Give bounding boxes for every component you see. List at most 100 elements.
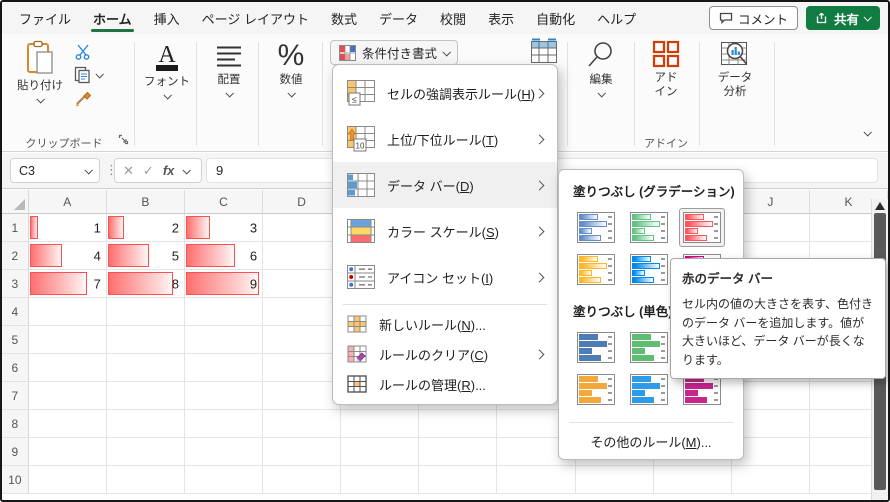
tab-review[interactable]: 校閲 (429, 2, 477, 34)
cell-C7[interactable] (184, 382, 264, 410)
row-header-7[interactable]: 7 (2, 382, 29, 410)
blue-gradient-data-bar[interactable] (573, 208, 619, 247)
orange-gradient-data-bar[interactable] (573, 250, 619, 289)
format-as-table-button[interactable] (530, 38, 558, 64)
collapse-ribbon-icon[interactable] (863, 128, 872, 137)
cell-E8[interactable] (341, 410, 420, 438)
tab-insert[interactable]: 挿入 (143, 2, 191, 34)
menu-item-highlight-cells-rules[interactable]: ≤ セルの強調表示ルール(H) (333, 70, 557, 116)
row-header-8[interactable]: 8 (2, 410, 29, 438)
blue-solid-data-bar[interactable] (573, 328, 619, 367)
column-header-A[interactable]: A (28, 190, 107, 214)
cell-E9[interactable] (341, 438, 420, 466)
name-box[interactable]: C3 (10, 158, 100, 183)
cell-A9[interactable] (28, 438, 107, 466)
tab-page-layout[interactable]: ページ レイアウト (191, 2, 320, 34)
cut-button[interactable] (74, 44, 92, 60)
tab-help[interactable]: ヘルプ (586, 2, 647, 34)
cell-A5[interactable] (28, 326, 107, 354)
lightblue-gradient-data-bar[interactable] (626, 250, 672, 289)
more-rules-item[interactable]: その他のルール(M)... (559, 423, 743, 455)
menu-item-data-bars[interactable]: データ バー(D) (333, 162, 557, 208)
font-group-button[interactable]: A フォント (140, 42, 194, 100)
cell-D3[interactable] (263, 270, 342, 298)
tab-data[interactable]: データ (368, 2, 429, 34)
format-painter-button[interactable] (74, 90, 92, 108)
cell-A2[interactable]: 4 (28, 242, 107, 270)
menu-item-new-rule[interactable]: 新しいルール(N)... (333, 309, 557, 339)
cell-B8[interactable] (106, 410, 185, 438)
cell-G10[interactable] (497, 466, 576, 494)
addins-button[interactable]: アドイン (640, 40, 692, 100)
cell-F8[interactable] (419, 410, 498, 438)
row-header-4[interactable]: 4 (2, 298, 29, 326)
cell-D5[interactable] (263, 326, 342, 354)
cell-B1[interactable]: 2 (106, 214, 185, 242)
tab-automate[interactable]: 自動化 (525, 2, 586, 34)
cell-D6[interactable] (263, 354, 342, 382)
row-header-3[interactable]: 3 (2, 270, 29, 298)
cell-C3[interactable]: 9 (184, 270, 264, 298)
cell-I10[interactable] (653, 466, 732, 494)
select-all-corner[interactable] (2, 190, 29, 214)
row-header-5[interactable]: 5 (2, 326, 29, 354)
editing-group-button[interactable]: 編集 (574, 40, 628, 98)
conditional-formatting-button[interactable]: 条件付き書式 (330, 40, 459, 65)
menu-item-manage-rules[interactable]: ルールの管理(R)... (333, 369, 557, 399)
cell-H10[interactable] (575, 466, 654, 494)
green-solid-data-bar[interactable] (626, 328, 672, 367)
cell-A7[interactable] (28, 382, 107, 410)
tab-home[interactable]: ホーム (82, 2, 143, 34)
cancel-icon[interactable]: ✕ (123, 163, 134, 179)
cell-A3[interactable]: 7 (28, 270, 107, 298)
cell-D8[interactable] (263, 410, 342, 438)
enter-icon[interactable]: ✓ (143, 163, 154, 179)
cell-D2[interactable] (263, 242, 342, 270)
column-header-B[interactable]: B (106, 190, 185, 214)
row-header-1[interactable]: 1 (2, 214, 29, 242)
tab-view[interactable]: 表示 (477, 2, 525, 34)
cell-C6[interactable] (184, 354, 264, 382)
cell-B7[interactable] (106, 382, 185, 410)
cell-B6[interactable] (106, 354, 185, 382)
column-header-D[interactable]: D (263, 190, 342, 214)
cell-D7[interactable] (263, 382, 342, 410)
row-header-10[interactable]: 10 (2, 466, 29, 494)
cell-C9[interactable] (184, 438, 264, 466)
cell-D1[interactable] (263, 214, 342, 242)
cell-J10[interactable] (731, 466, 810, 494)
paste-button[interactable]: 貼り付け (12, 40, 68, 104)
menu-item-color-scales[interactable]: カラー スケール(S) (333, 208, 557, 254)
cell-D10[interactable] (263, 466, 342, 494)
cell-A4[interactable] (28, 298, 107, 326)
cell-B4[interactable] (106, 298, 185, 326)
cell-C5[interactable] (184, 326, 264, 354)
cell-B2[interactable]: 5 (106, 242, 185, 270)
cell-C10[interactable] (184, 466, 264, 494)
cell-E10[interactable] (341, 466, 420, 494)
copy-button[interactable] (74, 66, 104, 84)
data-analysis-button[interactable]: データ分析 (706, 40, 764, 100)
tab-file[interactable]: ファイル (8, 2, 82, 34)
cell-C8[interactable] (184, 410, 264, 438)
cell-B3[interactable]: 8 (106, 270, 185, 298)
cell-F10[interactable] (419, 466, 498, 494)
red-gradient-data-bar[interactable] (679, 208, 725, 247)
cell-C1[interactable]: 3 (184, 214, 264, 242)
cell-B9[interactable] (106, 438, 185, 466)
row-header-2[interactable]: 2 (2, 242, 29, 270)
menu-item-icon-sets[interactable]: アイコン セット(I) (333, 254, 557, 300)
number-group-button[interactable]: % 数値 (264, 40, 318, 98)
cell-D4[interactable] (263, 298, 342, 326)
green-gradient-data-bar[interactable] (626, 208, 672, 247)
comments-button[interactable]: コメント (708, 6, 798, 30)
cell-B5[interactable] (106, 326, 185, 354)
cell-C2[interactable]: 6 (184, 242, 264, 270)
cell-D9[interactable] (263, 438, 342, 466)
cell-B10[interactable] (106, 466, 185, 494)
cell-A10[interactable] (28, 466, 107, 494)
column-header-C[interactable]: C (184, 190, 264, 214)
clipboard-dialog-launcher[interactable] (118, 134, 129, 145)
tab-formulas[interactable]: 数式 (320, 2, 368, 34)
lightblue-solid-data-bar[interactable] (626, 370, 672, 409)
